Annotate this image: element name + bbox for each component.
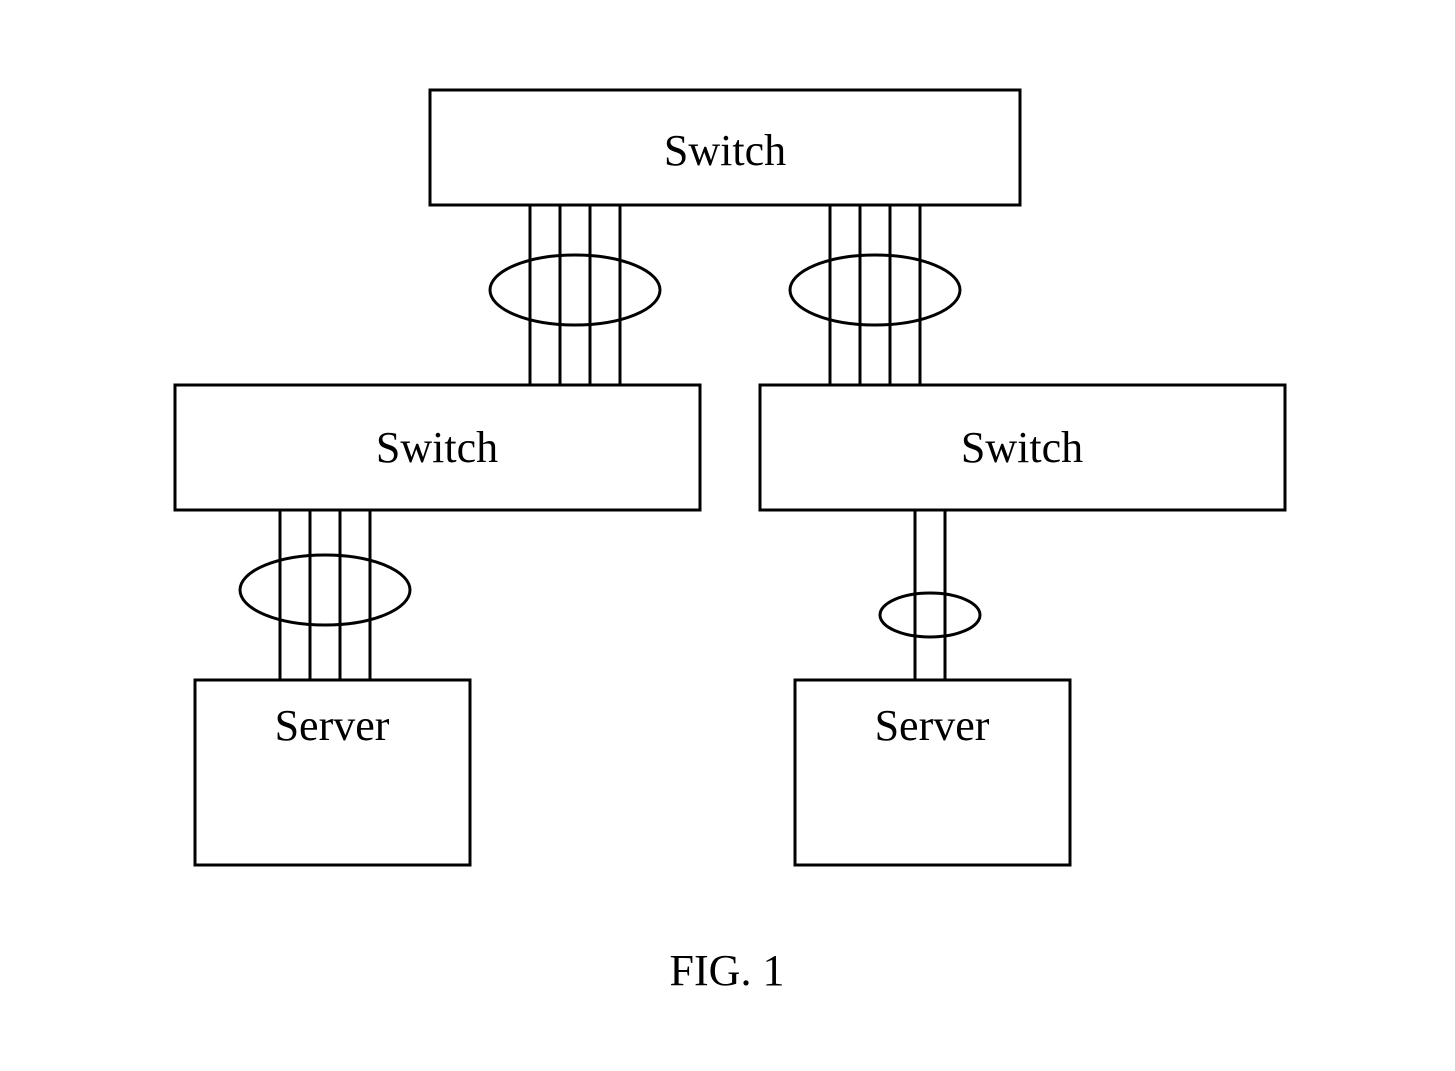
left-switch-node: Switch (175, 385, 700, 510)
right-server-label: Server (875, 701, 990, 750)
right-server-node: Server (795, 680, 1070, 865)
left-server-node: Server (195, 680, 470, 865)
left-server-label: Server (275, 701, 390, 750)
link-top-right-bundle (790, 255, 960, 325)
link-top-right (790, 205, 960, 385)
network-topology-diagram: Switch Switch Switch (0, 0, 1455, 1071)
figure-caption: FIG. 1 (670, 946, 785, 995)
link-top-left (490, 205, 660, 385)
link-left-server (240, 510, 410, 680)
right-switch-node: Switch (760, 385, 1285, 510)
top-switch-node: Switch (430, 90, 1020, 205)
top-switch-label: Switch (664, 126, 786, 175)
link-top-left-bundle (490, 255, 660, 325)
link-right-server (880, 510, 980, 680)
link-right-server-bundle (880, 593, 980, 637)
link-left-server-bundle (240, 555, 410, 625)
right-switch-label: Switch (961, 423, 1083, 472)
left-switch-label: Switch (376, 423, 498, 472)
